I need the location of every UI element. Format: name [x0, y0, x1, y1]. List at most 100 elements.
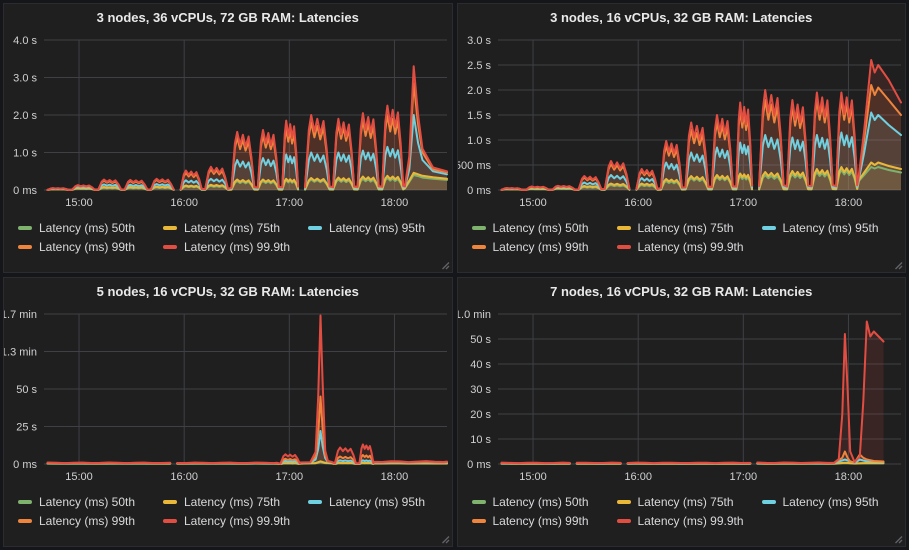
legend-swatch-icon: [163, 226, 177, 230]
legend-item-p75[interactable]: Latency (ms) 75th: [617, 495, 745, 509]
legend-item-p95[interactable]: Latency (ms) 95th: [308, 221, 436, 235]
y-tick-label: 1.5 s: [467, 110, 491, 122]
legend-row: Latency (ms) 50th Latency (ms) 75th Latenc…: [472, 218, 906, 237]
y-tick-label: 30 s: [470, 384, 491, 396]
chart-legend: Latency (ms) 50th Latency (ms) 75th Latenc…: [18, 218, 452, 256]
legend-item-p99[interactable]: Latency (ms) 99th: [18, 240, 146, 254]
x-tick-label: 17:00: [276, 197, 304, 209]
x-tick-label: 18:00: [834, 471, 862, 483]
legend-item-p99[interactable]: Latency (ms) 99th: [18, 514, 146, 528]
y-tick-label: 1.3 min: [4, 347, 37, 359]
panel-title[interactable]: 5 nodes, 16 vCPUs, 32 GB RAM: Latencies: [4, 278, 452, 306]
y-tick-label: 4.0 s: [13, 35, 37, 47]
legend-label: Latency (ms) 99.9th: [638, 514, 744, 528]
legend-swatch-icon: [617, 519, 631, 523]
legend-item-p50[interactable]: Latency (ms) 50th: [18, 221, 146, 235]
legend-item-p99[interactable]: Latency (ms) 99th: [472, 240, 600, 254]
y-tick-label: 0 ms: [13, 185, 37, 197]
y-tick-label: 0 ms: [13, 459, 37, 471]
legend-swatch-icon: [18, 519, 32, 523]
legend-label: Latency (ms) 99th: [39, 514, 135, 528]
x-tick-label: 18:00: [381, 471, 409, 483]
legend-item-p50[interactable]: Latency (ms) 50th: [472, 221, 600, 235]
y-tick-label: 50 s: [470, 334, 491, 346]
legend-swatch-icon: [308, 500, 322, 504]
legend-item-p75[interactable]: Latency (ms) 75th: [163, 221, 291, 235]
legend-swatch-icon: [617, 500, 631, 504]
chart-legend: Latency (ms) 50th Latency (ms) 75th Latenc…: [472, 218, 906, 256]
y-tick-label: 20 s: [470, 409, 491, 421]
y-tick-label: 50 s: [16, 384, 37, 396]
legend-row: Latency (ms) 50th Latency (ms) 75th Latenc…: [472, 492, 906, 511]
legend-item-p999[interactable]: Latency (ms) 99.9th: [617, 240, 745, 254]
legend-row: Latency (ms) 99th Latency (ms) 99.9th: [18, 237, 452, 256]
legend-row: Latency (ms) 99th Latency (ms) 99.9th: [472, 237, 906, 256]
legend-row: Latency (ms) 50th Latency (ms) 75th Latenc…: [18, 218, 452, 237]
panel-3nodes-16vcpu: 3 nodes, 16 vCPUs, 32 GB RAM: Latencies …: [457, 3, 907, 273]
y-tick-label: 1.0 s: [13, 148, 37, 160]
legend-item-p50[interactable]: Latency (ms) 50th: [472, 495, 600, 509]
y-tick-label: 2.0 s: [13, 110, 37, 122]
legend-label: Latency (ms) 50th: [493, 221, 589, 235]
latency-chart: 0 ms25 s50 s1.3 min1.7 min15:0016:0017:0…: [4, 306, 453, 487]
x-tick-label: 18:00: [381, 197, 409, 209]
legend-row: Latency (ms) 50th Latency (ms) 75th Latenc…: [18, 492, 452, 511]
panel-7nodes-16vcpu: 7 nodes, 16 vCPUs, 32 GB RAM: Latencies …: [457, 277, 907, 547]
legend-item-p95[interactable]: Latency (ms) 95th: [762, 221, 890, 235]
x-tick-label: 15:00: [519, 471, 547, 483]
resize-handle-icon[interactable]: [441, 535, 450, 544]
legend-label: Latency (ms) 75th: [638, 221, 734, 235]
legend-label: Latency (ms) 99.9th: [638, 240, 744, 254]
legend-swatch-icon: [617, 226, 631, 230]
y-tick-label: 2.0 s: [467, 85, 491, 97]
resize-handle-icon[interactable]: [441, 261, 450, 270]
legend-label: Latency (ms) 75th: [638, 495, 734, 509]
y-tick-label: 0 ms: [467, 185, 491, 197]
legend-item-p999[interactable]: Latency (ms) 99.9th: [163, 514, 291, 528]
legend-item-p99[interactable]: Latency (ms) 99th: [472, 514, 600, 528]
legend-label: Latency (ms) 95th: [329, 495, 425, 509]
series-line-p999: [48, 463, 171, 464]
series-line-p999: [627, 463, 750, 464]
legend-swatch-icon: [617, 245, 631, 249]
legend-item-p75[interactable]: Latency (ms) 75th: [617, 221, 745, 235]
legend-item-p95[interactable]: Latency (ms) 95th: [308, 495, 436, 509]
x-tick-label: 17:00: [276, 471, 304, 483]
series-line-p999: [501, 463, 569, 464]
panel-3nodes-36vcpu: 3 nodes, 36 vCPUs, 72 GB RAM: Latencies …: [3, 3, 453, 273]
legend-swatch-icon: [163, 519, 177, 523]
y-tick-label: 500 ms: [458, 160, 491, 172]
x-tick-label: 16:00: [624, 197, 652, 209]
legend-label: Latency (ms) 99.9th: [184, 514, 290, 528]
chart-legend: Latency (ms) 50th Latency (ms) 75th Latenc…: [472, 492, 906, 530]
legend-item-p999[interactable]: Latency (ms) 99.9th: [163, 240, 291, 254]
panel-title[interactable]: 7 nodes, 16 vCPUs, 32 GB RAM: Latencies: [458, 278, 906, 306]
legend-label: Latency (ms) 75th: [184, 495, 280, 509]
legend-item-p75[interactable]: Latency (ms) 75th: [163, 495, 291, 509]
x-tick-label: 15:00: [519, 197, 547, 209]
x-tick-label: 17:00: [729, 197, 757, 209]
legend-label: Latency (ms) 95th: [329, 221, 425, 235]
x-tick-label: 16:00: [170, 471, 198, 483]
legend-label: Latency (ms) 99th: [39, 240, 135, 254]
legend-swatch-icon: [472, 500, 486, 504]
y-tick-label: 10 s: [470, 434, 491, 446]
legend-label: Latency (ms) 99.9th: [184, 240, 290, 254]
resize-handle-icon[interactable]: [894, 261, 903, 270]
legend-swatch-icon: [163, 500, 177, 504]
latency-chart: 0 ms10 s20 s30 s40 s50 s1.0 min15:0016:0…: [458, 306, 907, 487]
resize-handle-icon[interactable]: [894, 535, 903, 544]
legend-item-p50[interactable]: Latency (ms) 50th: [18, 495, 146, 509]
y-tick-label: 3.0 s: [467, 35, 491, 47]
legend-label: Latency (ms) 75th: [184, 221, 280, 235]
legend-item-p95[interactable]: Latency (ms) 95th: [762, 495, 890, 509]
legend-swatch-icon: [18, 245, 32, 249]
x-tick-label: 18:00: [834, 197, 862, 209]
legend-label: Latency (ms) 50th: [39, 495, 135, 509]
legend-swatch-icon: [18, 226, 32, 230]
panel-title[interactable]: 3 nodes, 36 vCPUs, 72 GB RAM: Latencies: [4, 4, 452, 32]
panel-title[interactable]: 3 nodes, 16 vCPUs, 32 GB RAM: Latencies: [458, 4, 906, 32]
legend-item-p999[interactable]: Latency (ms) 99.9th: [617, 514, 745, 528]
dashboard-grid: 3 nodes, 36 vCPUs, 72 GB RAM: Latencies …: [0, 0, 909, 550]
y-tick-label: 25 s: [16, 422, 37, 434]
